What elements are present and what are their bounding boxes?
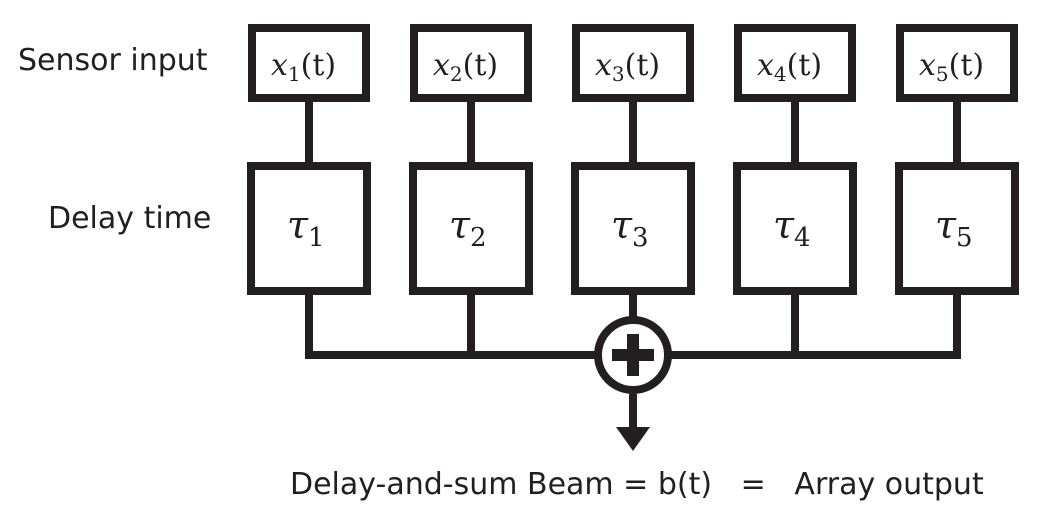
delay-and-sum-diagram: Sensor input Delay time x1(t)τ1 x2(t)τ2 x3…: [18, 24, 1019, 502]
output-arrow-icon: [616, 427, 650, 451]
sensor-signal-label: x1(t): [271, 48, 336, 86]
plus-circle-icon: [594, 316, 672, 394]
sensor-signal-label: x3(t): [595, 48, 660, 86]
delay-time-label: Delay time: [48, 201, 211, 236]
sensor-signal-label: x4(t): [757, 48, 822, 86]
channel-4: x4(t)τ4: [733, 24, 857, 359]
channel-3: x3(t)τ3: [571, 24, 695, 359]
output-label: Delay-and-sum Beam = b(t) = Array output: [290, 467, 984, 502]
sensor-input-label: Sensor input: [18, 43, 208, 78]
channel-1: x1(t)τ1: [247, 24, 371, 359]
sensor-signal-label: x5(t): [919, 48, 984, 86]
channel-5: x5(t)τ5: [895, 24, 1019, 359]
sensor-signal-label: x2(t): [433, 48, 498, 86]
channel-2: x2(t)τ2: [409, 24, 533, 359]
